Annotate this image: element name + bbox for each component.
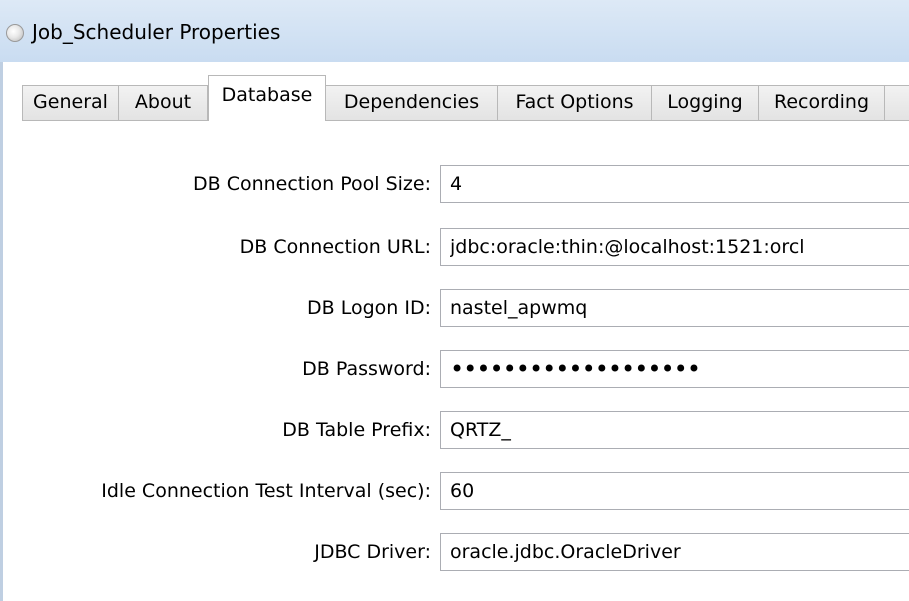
- tab-strip: General About Database Dependencies Fact…: [22, 75, 909, 121]
- tab-general[interactable]: General: [22, 85, 119, 120]
- tab-overflow[interactable]: [884, 85, 909, 120]
- idle-interval-label: Idle Connection Test Interval (sec):: [101, 480, 431, 502]
- tab-fact-options[interactable]: Fact Options: [497, 85, 652, 120]
- idle-interval-input[interactable]: [440, 472, 909, 510]
- logon-id-label: DB Logon ID:: [307, 297, 431, 319]
- app-icon: [6, 24, 24, 42]
- tab-logging[interactable]: Logging: [651, 85, 759, 120]
- properties-panel: General About Database Dependencies Fact…: [0, 62, 909, 601]
- tab-recording[interactable]: Recording: [758, 85, 885, 120]
- tab-about[interactable]: About: [118, 85, 208, 120]
- table-prefix-input[interactable]: [440, 411, 909, 449]
- tab-divider: [22, 120, 909, 121]
- pool-size-input[interactable]: [440, 165, 909, 203]
- connection-url-label: DB Connection URL:: [239, 236, 431, 258]
- window-title: Job_Scheduler Properties: [32, 20, 281, 44]
- tab-database[interactable]: Database: [208, 75, 326, 121]
- password-input[interactable]: [440, 350, 909, 388]
- password-label: DB Password:: [302, 358, 431, 380]
- title-bar: Job_Scheduler Properties: [0, 0, 909, 62]
- table-prefix-label: DB Table Prefix:: [282, 419, 431, 441]
- connection-url-input[interactable]: [440, 228, 909, 266]
- jdbc-driver-label: JDBC Driver:: [314, 541, 431, 563]
- tab-dependencies[interactable]: Dependencies: [325, 85, 498, 120]
- logon-id-input[interactable]: [440, 289, 909, 327]
- jdbc-driver-input[interactable]: [440, 533, 909, 571]
- pool-size-label: DB Connection Pool Size:: [192, 173, 431, 195]
